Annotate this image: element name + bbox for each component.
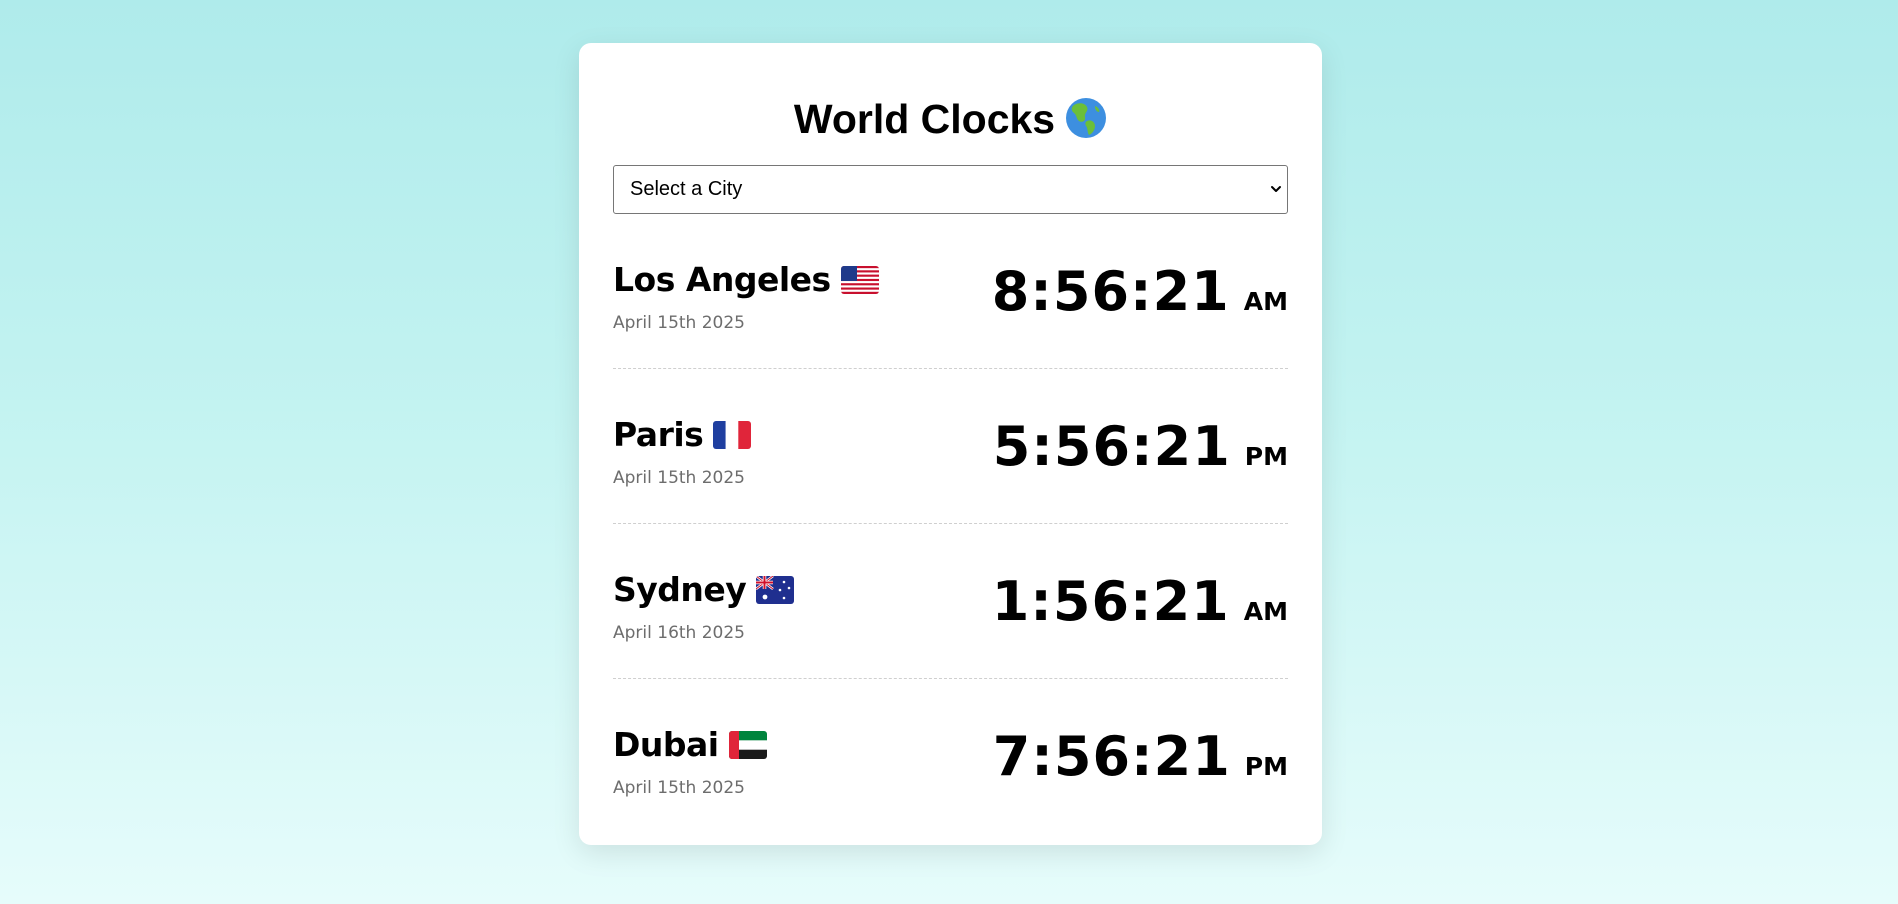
time-ampm: AM — [1243, 597, 1288, 626]
time-display: 5:56:21 PM — [993, 415, 1288, 478]
page-title: World Clocks — [613, 43, 1288, 151]
city-date: April 15th 2025 — [613, 313, 745, 333]
time-display: 8:56:21 AM — [992, 260, 1288, 323]
time-value: 7:56:21 — [992, 725, 1231, 788]
city-date: April 16th 2025 — [613, 623, 745, 643]
clock-row-paris: Paris April 15th 2025 5:56:21 PM — [613, 369, 1288, 524]
city-name: Sydney — [613, 570, 795, 609]
time-ampm: PM — [1244, 442, 1288, 471]
time-ampm: AM — [1243, 287, 1288, 316]
city-name-text: Sydney — [613, 570, 747, 609]
page-title-text: World Clocks — [793, 96, 1056, 142]
city-name-text: Paris — [613, 415, 704, 454]
city-name-text: Los Angeles — [613, 260, 831, 299]
city-name-text: Dubai — [613, 725, 719, 764]
time-ampm: PM — [1244, 752, 1288, 781]
city-select[interactable]: Select a City — [613, 165, 1288, 214]
city-name: Paris — [613, 415, 752, 454]
city-name: Dubai — [613, 725, 767, 764]
chevron-down-icon — [1271, 186, 1281, 192]
time-value: 5:56:21 — [992, 415, 1231, 478]
world-clocks-card: World Clocks Select a City Los Angeles A… — [579, 43, 1322, 845]
time-display: 1:56:21 AM — [992, 570, 1288, 633]
city-date: April 15th 2025 — [613, 778, 745, 798]
time-display: 7:56:21 PM — [993, 725, 1288, 788]
time-value: 8:56:21 — [991, 260, 1230, 323]
time-value: 1:56:21 — [991, 570, 1230, 633]
clock-row-sydney: Sydney April 16th 2025 1:56:21 AM — [613, 524, 1288, 679]
flag-us-icon — [840, 266, 879, 294]
globe-americas-icon — [1066, 98, 1107, 138]
clock-row-los-angeles: Los Angeles April 15th 2025 8:56:21 AM — [613, 214, 1288, 369]
city-name: Los Angeles — [613, 260, 879, 299]
city-date: April 15th 2025 — [613, 468, 745, 488]
clock-list: Los Angeles April 15th 2025 8:56:21 AM Pa… — [613, 214, 1288, 834]
clock-row-dubai: Dubai April 15th 2025 7:56:21 PM — [613, 679, 1288, 834]
flag-ae-icon — [728, 731, 767, 759]
flag-fr-icon — [713, 421, 752, 449]
flag-au-icon — [756, 576, 795, 604]
city-select-value: Select a City — [630, 178, 743, 200]
